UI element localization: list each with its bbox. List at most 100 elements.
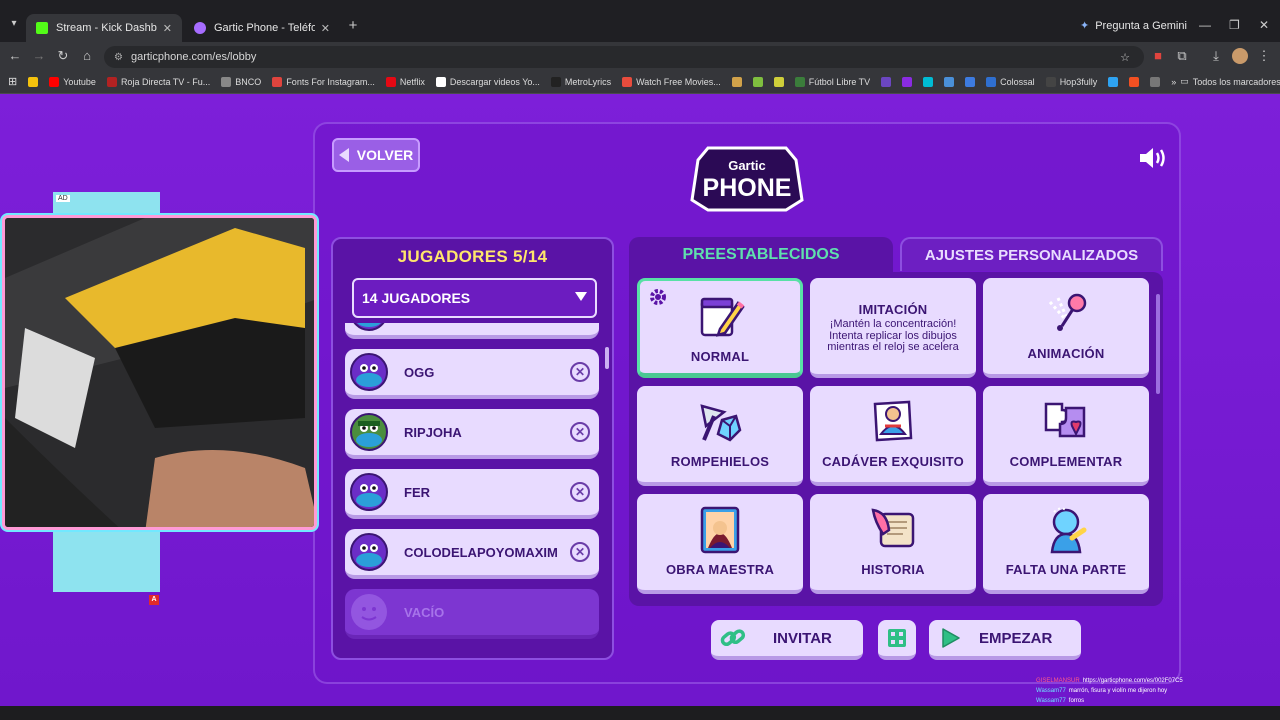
tab-title: Gartic Phone - Teléfono Descon <box>214 22 315 34</box>
close-window-icon[interactable]: ✕ <box>1259 18 1269 32</box>
gemini-button[interactable]: ✦ Pregunta a Gemini <box>1080 19 1187 33</box>
minimize-icon[interactable]: — <box>1199 18 1211 32</box>
close-tab-icon[interactable]: ✕ <box>163 22 172 35</box>
reload-icon[interactable]: ↻ <box>55 48 71 64</box>
back-label: VOLVER <box>356 147 414 163</box>
mode-card[interactable]: OBRA MAESTRA <box>637 494 803 594</box>
bookmark-item[interactable]: Watch Free Movies... <box>622 76 721 87</box>
qr-code-button[interactable] <box>878 620 916 660</box>
gartic-favicon-icon <box>194 22 206 34</box>
bookmark-favicon-icon <box>923 76 934 87</box>
bookmark-item[interactable]: Colossal <box>986 76 1035 87</box>
tab-gartic-phone[interactable]: Gartic Phone - Teléfono Descon ✕ <box>184 14 340 42</box>
kebab-menu-icon[interactable]: ⋮ <box>1256 48 1272 64</box>
scroll-quill-icon <box>867 504 919 556</box>
bookmark-item[interactable] <box>902 76 913 87</box>
notebook-pencil-icon <box>694 291 746 343</box>
restore-icon[interactable]: ❐ <box>1229 18 1240 32</box>
mode-card[interactable]: ROMPEHIELOS <box>637 386 803 486</box>
bookmark-item[interactable]: MetroLyrics <box>550 76 611 87</box>
invite-button[interactable]: INVITAR <box>711 620 863 660</box>
close-tab-icon[interactable]: ✕ <box>321 22 330 35</box>
player-name: OGG <box>404 364 435 380</box>
bookmark-item[interactable] <box>923 76 934 87</box>
tab-custom-settings[interactable]: AJUSTES PERSONALIZADOS <box>900 237 1163 271</box>
bookmark-label: Colossal <box>1000 76 1035 87</box>
bookmark-item[interactable]: Hop3fully <box>1045 76 1097 87</box>
extension-icon[interactable]: ■ <box>1150 48 1166 64</box>
remove-player-icon[interactable]: ✕ <box>570 482 590 502</box>
chat-message: Wassam77 marrón, fisura y violín me dijer… <box>1036 686 1276 696</box>
mode-card[interactable]: NORMAL <box>637 278 803 378</box>
portrait-icon <box>694 504 746 556</box>
remove-player-icon[interactable]: ✕ <box>570 542 590 562</box>
players-title: JUGADORES 5/14 <box>397 247 548 266</box>
tab-kick-dashboard[interactable]: Stream - Kick Dashboard ✕ <box>26 14 182 42</box>
forward-arrow-icon[interactable]: → <box>31 48 47 64</box>
back-arrow-icon[interactable]: ← <box>7 48 23 64</box>
mode-card[interactable]: HISTORIA <box>810 494 976 594</box>
tab-presets[interactable]: PREESTABLECIDOS <box>629 237 893 273</box>
mode-card[interactable]: COMPLEMENTAR <box>983 386 1149 486</box>
bookmark-star-icon[interactable]: ☆ <box>1120 51 1130 64</box>
bookmark-favicon-icon <box>902 76 913 87</box>
player-row: FER ✕ <box>345 469 599 519</box>
bookmark-item[interactable] <box>752 76 763 87</box>
chat-text: https://garticphone.com/es/002F07C5 <box>1082 678 1183 684</box>
modes-scrollbar[interactable] <box>1156 294 1160 394</box>
extensions-puzzle-icon[interactable]: ⧉ <box>1174 48 1190 64</box>
bookmark-item[interactable]: Fonts For Instagram... <box>272 76 375 87</box>
bookmark-item[interactable] <box>731 76 742 87</box>
bookmark-item[interactable]: Netflix <box>385 76 425 87</box>
player-name: COLODELAPOYOMAXIM <box>404 544 558 560</box>
new-tab-icon[interactable]: + <box>345 18 361 34</box>
back-button[interactable]: VOLVER <box>332 138 420 172</box>
bookmark-favicon-icon <box>49 76 60 87</box>
drawing-board-icon <box>867 396 919 448</box>
mode-name: CADÁVER EXQUISITO <box>822 454 964 469</box>
bookmark-favicon-icon <box>752 76 763 87</box>
tab-search-icon[interactable]: ▾ <box>6 18 22 34</box>
bookmark-item[interactable] <box>773 76 784 87</box>
mode-card[interactable]: FALTA UNA PARTE <box>983 494 1149 594</box>
site-info-icon[interactable]: ⚙ <box>114 52 123 63</box>
bookmark-item[interactable] <box>881 76 892 87</box>
gear-icon[interactable] <box>648 287 668 307</box>
more-bookmarks-icon[interactable]: » <box>1171 77 1176 87</box>
all-bookmarks-folder[interactable]: ▭ Todos los marcadores <box>1180 76 1280 87</box>
bookmark-item[interactable]: Fútbol Libre TV <box>794 76 870 87</box>
bookmark-item[interactable]: Youtube <box>49 76 96 87</box>
player-name: FER <box>404 484 430 500</box>
player-avatar-icon <box>350 353 388 391</box>
bookmark-favicon-icon <box>622 76 633 87</box>
apps-grid-icon[interactable]: ⊞ <box>8 75 17 88</box>
bookmark-item[interactable]: Roja Directa TV - Fu... <box>106 76 210 87</box>
link-icon <box>720 629 746 647</box>
bookmark-item[interactable] <box>28 76 39 87</box>
bookmark-item[interactable] <box>1108 76 1119 87</box>
tab-strip: ▾ Stream - Kick Dashboard ✕ Gartic Phone… <box>0 0 1280 42</box>
logo-text-bottom: PHONE <box>703 174 792 202</box>
start-button[interactable]: EMPEZAR <box>929 620 1081 660</box>
bookmark-item[interactable] <box>1129 76 1140 87</box>
mode-card[interactable]: IMITACIÓN ¡Mantén la concentración! Inten… <box>810 278 976 378</box>
remove-player-icon[interactable]: ✕ <box>570 422 590 442</box>
remove-player-icon[interactable]: ✕ <box>570 362 590 382</box>
home-icon[interactable]: ⌂ <box>79 48 95 64</box>
bookmark-item[interactable]: Descargar videos Yo... <box>435 76 540 87</box>
player-list-scrollbar[interactable] <box>605 347 609 369</box>
bookmark-item[interactable] <box>1150 76 1161 87</box>
speaker-icon[interactable] <box>1138 146 1168 170</box>
bookmark-label: Watch Free Movies... <box>636 76 721 87</box>
mode-card[interactable]: CADÁVER EXQUISITO <box>810 386 976 486</box>
profile-avatar-icon[interactable] <box>1232 48 1248 64</box>
download-icon[interactable]: ⤓ <box>1208 48 1224 64</box>
bookmark-item[interactable]: BNCO <box>221 76 261 87</box>
mode-card[interactable]: ANIMACIÓN <box>983 278 1149 378</box>
start-label: EMPEZAR <box>979 629 1053 647</box>
bookmark-item[interactable] <box>944 76 955 87</box>
address-bar[interactable]: ⚙ garticphone.com/es/lobby ☆ <box>104 46 1144 68</box>
bookmark-item[interactable] <box>965 76 976 87</box>
player-count-select[interactable]: 14 JUGADORES <box>352 278 597 318</box>
player-count-value: 14 JUGADORES <box>362 290 471 306</box>
